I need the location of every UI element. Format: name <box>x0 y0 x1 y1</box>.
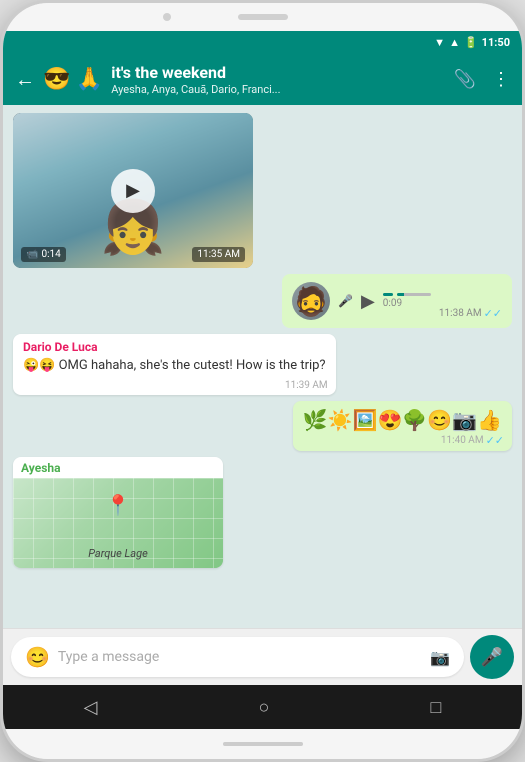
more-options-icon[interactable]: ⋮ <box>492 69 510 90</box>
map-label: Parque Lage <box>88 547 148 560</box>
chat-header-info: it's the weekend Ayesha, Anya, Cauã, Dar… <box>111 63 445 96</box>
phone-frame: ▼ ▲ 🔋 11:50 ← 😎 🙏 it's the weekend Ayesh… <box>0 0 525 762</box>
battery-icon: 🔋 <box>464 36 478 49</box>
video-play-button[interactable]: ▶ <box>111 169 155 213</box>
home-nav-button[interactable]: ○ <box>259 697 270 718</box>
message-input[interactable]: Type a message <box>58 649 422 665</box>
avatar: 🧔 <box>292 282 330 320</box>
clock: 11:50 <box>482 36 510 49</box>
phone-speaker <box>238 14 288 20</box>
location-map: 📍 Parque Lage <box>13 478 223 568</box>
back-nav-button[interactable]: ◁ <box>84 697 98 718</box>
video-message: 👧 ▶ 📹 0:14 11:35 AM <box>13 113 253 268</box>
wifi-icon: ▼ <box>434 36 445 49</box>
camera-button[interactable]: 📷 <box>430 648 450 667</box>
text-bubble-incoming: Dario De Luca 😜😝 OMG hahaha, she's the c… <box>13 334 336 395</box>
header-icons: 📎 ⋮ <box>454 69 510 90</box>
mic-icon: 🎤 <box>481 647 503 668</box>
emoji-row: 🌿☀️🖼️😍🌳😊📷👍 <box>303 407 502 433</box>
voice-play-button[interactable]: ▶ <box>361 291 375 312</box>
emoji-timestamp: 11:40 AM ✓✓ <box>441 434 504 447</box>
home-indicator <box>223 742 303 746</box>
video-meta: 📹 0:14 11:35 AM <box>21 247 245 262</box>
back-button[interactable]: ← <box>15 67 35 92</box>
location-sender: Ayesha <box>13 457 223 475</box>
emoji-message: 🌿☀️🖼️😍🌳😊📷👍 11:40 AM ✓✓ <box>293 401 512 451</box>
voice-timestamp: 11:38 AM ✓✓ <box>439 307 502 320</box>
location-message: Ayesha 📍 Parque Lage <box>13 457 223 568</box>
group-emoji: 😎 🙏 <box>43 67 103 92</box>
attachment-icon[interactable]: 📎 <box>454 69 476 90</box>
bottom-nav: ◁ ○ □ <box>3 685 522 729</box>
video-cam-icon: 📹 0:14 <box>21 247 66 262</box>
status-icons: ▼ ▲ 🔋 11:50 <box>434 36 510 49</box>
video-duration: 0:14 <box>41 249 60 260</box>
status-bar: ▼ ▲ 🔋 11:50 <box>3 31 522 53</box>
voice-bubble: 🧔 🎤 ▶ 0:09 11:38 AM ✓✓ <box>282 274 512 328</box>
phone-screen: ▼ ▲ 🔋 11:50 ← 😎 🙏 it's the weekend Ayesh… <box>3 31 522 729</box>
emoji-bubble: 🌿☀️🖼️😍🌳😊📷👍 11:40 AM ✓✓ <box>293 401 512 451</box>
video-timestamp: 11:35 AM <box>192 247 245 262</box>
chat-area: 👧 ▶ 📹 0:14 11:35 AM 🧔 <box>3 105 522 628</box>
emoji-button[interactable]: 😊 <box>25 645 50 669</box>
phone-camera <box>163 13 171 21</box>
message-text: 😜😝 OMG hahaha, she's the cutest! How is … <box>23 357 326 375</box>
signal-icon: ▲ <box>449 36 460 49</box>
map-pin: 📍 <box>106 493 131 517</box>
voice-duration: 0:09 <box>383 298 431 309</box>
voice-waveform: 0:09 <box>383 293 431 309</box>
chat-subtitle: Ayesha, Anya, Cauã, Dario, Franci... <box>111 83 445 96</box>
message-timestamp: 11:39 AM <box>285 380 328 391</box>
mic-small-icon: 🎤 <box>338 294 353 308</box>
double-check-icon-2: ✓✓ <box>486 434 504 447</box>
waveform <box>383 293 431 296</box>
voice-message: 🧔 🎤 ▶ 0:09 11:38 AM ✓✓ <box>282 274 512 328</box>
video-placeholder: 👧 ▶ <box>13 113 253 268</box>
location-bubble[interactable]: Ayesha 📍 Parque Lage <box>13 457 223 568</box>
input-field[interactable]: 😊 Type a message 📷 <box>11 637 464 677</box>
double-check-icon: ✓✓ <box>484 307 502 320</box>
sender-name: Dario De Luca <box>23 340 326 354</box>
chat-header: ← 😎 🙏 it's the weekend Ayesha, Anya, Cau… <box>3 53 522 105</box>
mic-button[interactable]: 🎤 <box>470 635 514 679</box>
phone-bottom-bar <box>3 729 522 759</box>
dario-message: Dario De Luca 😜😝 OMG hahaha, she's the c… <box>13 334 336 395</box>
waveform-line <box>397 293 431 296</box>
input-bar: 😊 Type a message 📷 🎤 <box>3 628 522 685</box>
recent-nav-button[interactable]: □ <box>431 697 442 718</box>
chat-title: it's the weekend <box>111 63 445 82</box>
video-bubble[interactable]: 👧 ▶ 📹 0:14 11:35 AM <box>13 113 253 268</box>
phone-top-bar <box>3 3 522 31</box>
